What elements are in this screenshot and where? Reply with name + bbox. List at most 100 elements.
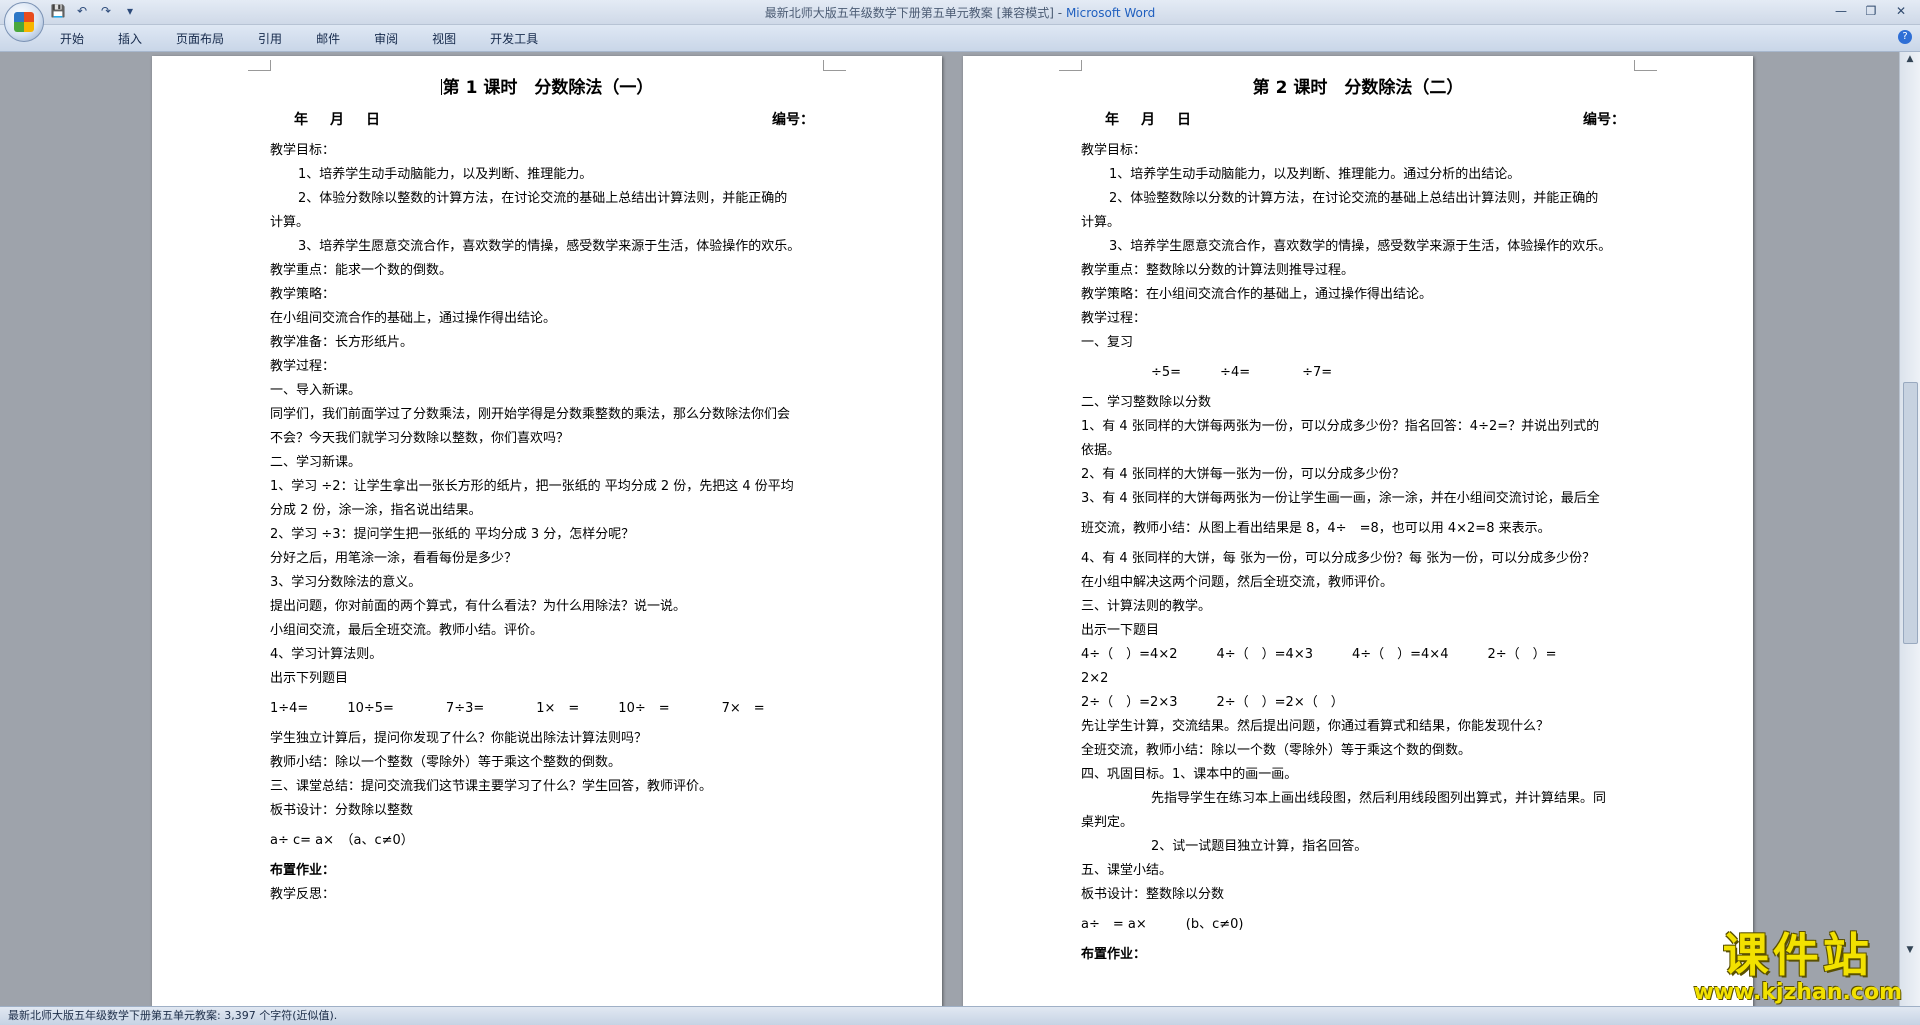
page-1-content[interactable]: 第 1 课时 分数除法（一） 年 月 日 编号： 教学目标： 1、培养学生动手动… [270,76,824,907]
page-2-content[interactable]: 第 2 课时 分数除法（二） 年 月 日 编号： 教学目标： 1、培养学生动手动… [1081,76,1635,967]
paragraph: 先指导学生在练习本上画出线段图，然后利用线段图列出算式，并计算结果。同 [1151,791,1607,806]
title-bar: 💾 ↶ ↷ ▾ 最新北师大版五年级数学下册第五单元教案 [兼容模式] - Mic… [0,0,1920,25]
formula: a÷ = a× (b、c≠0) [1081,917,1244,932]
paragraph: 1、有 4 张同样的大饼每两张为一份，可以分成多少份？指名回答：4÷2=？并说出… [1081,419,1600,434]
paragraph: 同学们，我们前面学过了分数乘法，刚开始学得是分数乘整数的乘法，那么分数除法你们会 [270,407,791,422]
word-count-status[interactable]: 最新北师大版五年级数学下册第五单元教案: 3,397 个字符(近似值). [0,1009,337,1022]
paragraph: 教学重点：能求一个数的倒数。 [270,263,453,278]
lesson-title-text: 第 1 课时 分数除法（一） [442,78,654,98]
paragraph: 先让学生计算，交流结果。然后提出问题，你通过看算式和结果，你能发现什么？ [1081,719,1550,734]
paragraph: 三、计算法则的教学。 [1081,599,1212,614]
close-icon[interactable]: ✕ [1888,2,1914,20]
paragraph: 2、体验整数除以分数的计算方法，在讨论交流的基础上总结出计算法则，并能正确的 [1109,191,1599,206]
paragraph: 板书设计：分数除以整数 [270,803,414,818]
paragraph: 1、学习 ÷2：让学生拿出一张长方形的纸片，把一张纸的 平均分成 2 份，先把这… [270,479,794,494]
margin-corner-mark [1634,60,1657,71]
paragraph: 计算。 [270,215,310,230]
paragraph: 二、学习新课。 [270,455,362,470]
paragraph: 板书设计：整数除以分数 [1081,887,1225,902]
scroll-down-arrow-icon[interactable]: ▼ [1903,945,1917,959]
paragraph: 教学准备：长方形纸片。 [270,335,414,350]
tab-home[interactable]: 开始 [60,30,84,47]
paragraph: 依据。 [1081,443,1121,458]
tab-insert[interactable]: 插入 [118,30,142,47]
watermark-url: www.kjzhan.com [1693,980,1902,1005]
document-workspace[interactable]: 第 1 课时 分数除法（一） 年 月 日 编号： 教学目标： 1、培养学生动手动… [0,52,1900,1007]
tab-developer[interactable]: 开发工具 [490,30,538,47]
paragraph: 分成 2 份，涂一涂，指名说出结果。 [270,503,482,518]
exercise-row: 4÷（ ）=4×2 4÷（ ）=4×3 4÷（ ）=4×4 2÷（ ）= [1081,647,1557,662]
tab-page-layout[interactable]: 页面布局 [176,30,224,47]
date-label: 年 月 日 [294,112,384,128]
paragraph: 3、培养学生愿意交流合作，喜欢数学的情操，感受数学来源于生活，体验操作的欢乐。 [298,239,801,254]
paragraph: 五、课堂小结。 [1081,863,1173,878]
paragraph: 教学重点：整数除以分数的计算法则推导过程。 [1081,263,1355,278]
window-controls: — ❐ ✕ [1828,2,1914,20]
paragraph: 出示一下题目 [1081,623,1160,638]
paragraph: 学生独立计算后，提问你发现了什么？你能说出除法计算法则吗？ [270,731,648,746]
tab-review[interactable]: 审阅 [374,30,398,47]
paragraph: 不会？今天我们就学习分数除以整数，你们喜欢吗？ [270,431,570,446]
paragraph: 2、学习 ÷3：提问学生把一张纸的 平均分成 3 分，怎样分呢？ [270,527,635,542]
minimize-icon[interactable]: — [1828,2,1854,20]
number-label: 编号： [772,112,814,128]
paragraph: 2、试一试题目独立计算，指名回答。 [1151,839,1368,854]
paragraph: 提出问题，你对前面的两个算式，有什么看法？为什么用除法？说一说。 [270,599,687,614]
ribbon-tabs: 开始 插入 页面布局 引用 邮件 审阅 视图 开发工具 [60,30,572,47]
exercise-row: 2÷（ ）=2×3 2÷（ ）=2×（ ） [1081,695,1344,710]
paragraph: 3、学习分数除法的意义。 [270,575,422,590]
paragraph: 在小组间交流合作的基础上，通过操作得出结论。 [270,311,557,326]
paragraph: 桌判定。 [1081,815,1134,830]
exercise-row: ÷5= ÷4= ÷7= [1151,365,1333,380]
lesson-title: 第 2 课时 分数除法（二） [1252,78,1464,98]
paragraph: 分好之后，用笔涂一涂，看看每份是多少？ [270,551,518,566]
lesson-title: 第 1 课时 分数除法（一） [270,76,824,100]
paragraph: 3、有 4 张同样的大饼每两张为一份让学生画一画，涂一涂，并在小组间交流讨论，最… [1081,491,1600,506]
paragraph: 教学过程： [270,359,336,374]
tab-view[interactable]: 视图 [432,30,456,47]
help-icon[interactable]: ? [1898,30,1912,44]
document-page-1[interactable]: 第 1 课时 分数除法（一） 年 月 日 编号： 教学目标： 1、培养学生动手动… [152,56,942,1007]
margin-corner-mark [248,60,271,71]
paragraph: 2、体验分数除以整数的计算方法，在讨论交流的基础上总结出计算法则，并能正确的 [298,191,788,206]
paragraph: 小组间交流，最后全班交流。教师小结。评价。 [270,623,544,638]
paragraph: 1、培养学生动手动脑能力，以及判断、推理能力。通过分析的出结论。 [1109,167,1521,182]
paragraph: 教学目标： [270,143,336,158]
paragraph: 1、培养学生动手动脑能力，以及判断、推理能力。 [298,167,593,182]
tab-references[interactable]: 引用 [258,30,282,47]
paragraph: 班交流，教师小结：从图上看出结果是 8，4÷ =8，也可以用 4×2=8 来表示… [1081,521,1551,536]
office-logo-icon [14,12,34,32]
paragraph: 一、复习 [1081,335,1134,350]
tab-mailings[interactable]: 邮件 [316,30,340,47]
paragraph: 教师小结：除以一个整数（零除外）等于乘这个整数的倒数。 [270,755,622,770]
document-title: 最新北师大版五年级数学下册第五单元教案 [兼容模式] [764,6,1054,20]
restore-icon[interactable]: ❐ [1858,2,1884,20]
scroll-up-arrow-icon[interactable]: ▲ [1903,54,1917,68]
paragraph: 4、学习计算法则。 [270,647,383,662]
paragraph: 在小组中解决这两个问题，然后全班交流，教师评价。 [1081,575,1394,590]
ribbon: 开始 插入 页面布局 引用 邮件 审阅 视图 开发工具 ? [0,25,1920,52]
document-page-2[interactable]: 第 2 课时 分数除法（二） 年 月 日 编号： 教学目标： 1、培养学生动手动… [963,56,1753,1007]
paragraph: 3、培养学生愿意交流合作，喜欢数学的情操，感受数学来源于生活，体验操作的欢乐。 [1109,239,1612,254]
paragraph: 二、学习整数除以分数 [1081,395,1212,410]
homework-heading: 布置作业： [270,863,336,878]
paragraph: 教学目标： [1081,143,1147,158]
status-bar: 最新北师大版五年级数学下册第五单元教案: 3,397 个字符(近似值). [0,1006,1920,1025]
app-name: Microsoft Word [1065,6,1156,20]
date-label: 年 月 日 [1105,112,1195,128]
scrollbar-thumb[interactable] [1903,382,1918,644]
paragraph: 2、有 4 张同样的大饼每一张为一份，可以分成多少份？ [1081,467,1405,482]
vertical-scrollbar[interactable]: ▲ ▼ [1899,52,1920,1007]
paragraph: 全班交流，教师小结：除以一个数（零除外）等于乘这个数的倒数。 [1081,743,1472,758]
date-row: 年 月 日 编号： [270,109,824,131]
date-row: 年 月 日 编号： [1081,109,1635,131]
watermark-logo: 课件站 www.kjzhan.com [1693,929,1902,1005]
paragraph: 计算。 [1081,215,1121,230]
paragraph: 三、课堂总结：提问交流我们这节课主要学习了什么？学生回答，教师评价。 [270,779,713,794]
text-cursor [440,79,442,95]
exercise-row: 2×2 [1081,671,1109,686]
paragraph: 一、导入新课。 [270,383,362,398]
office-button[interactable] [4,2,44,42]
title-separator: - [1053,6,1066,20]
number-label: 编号： [1583,112,1625,128]
